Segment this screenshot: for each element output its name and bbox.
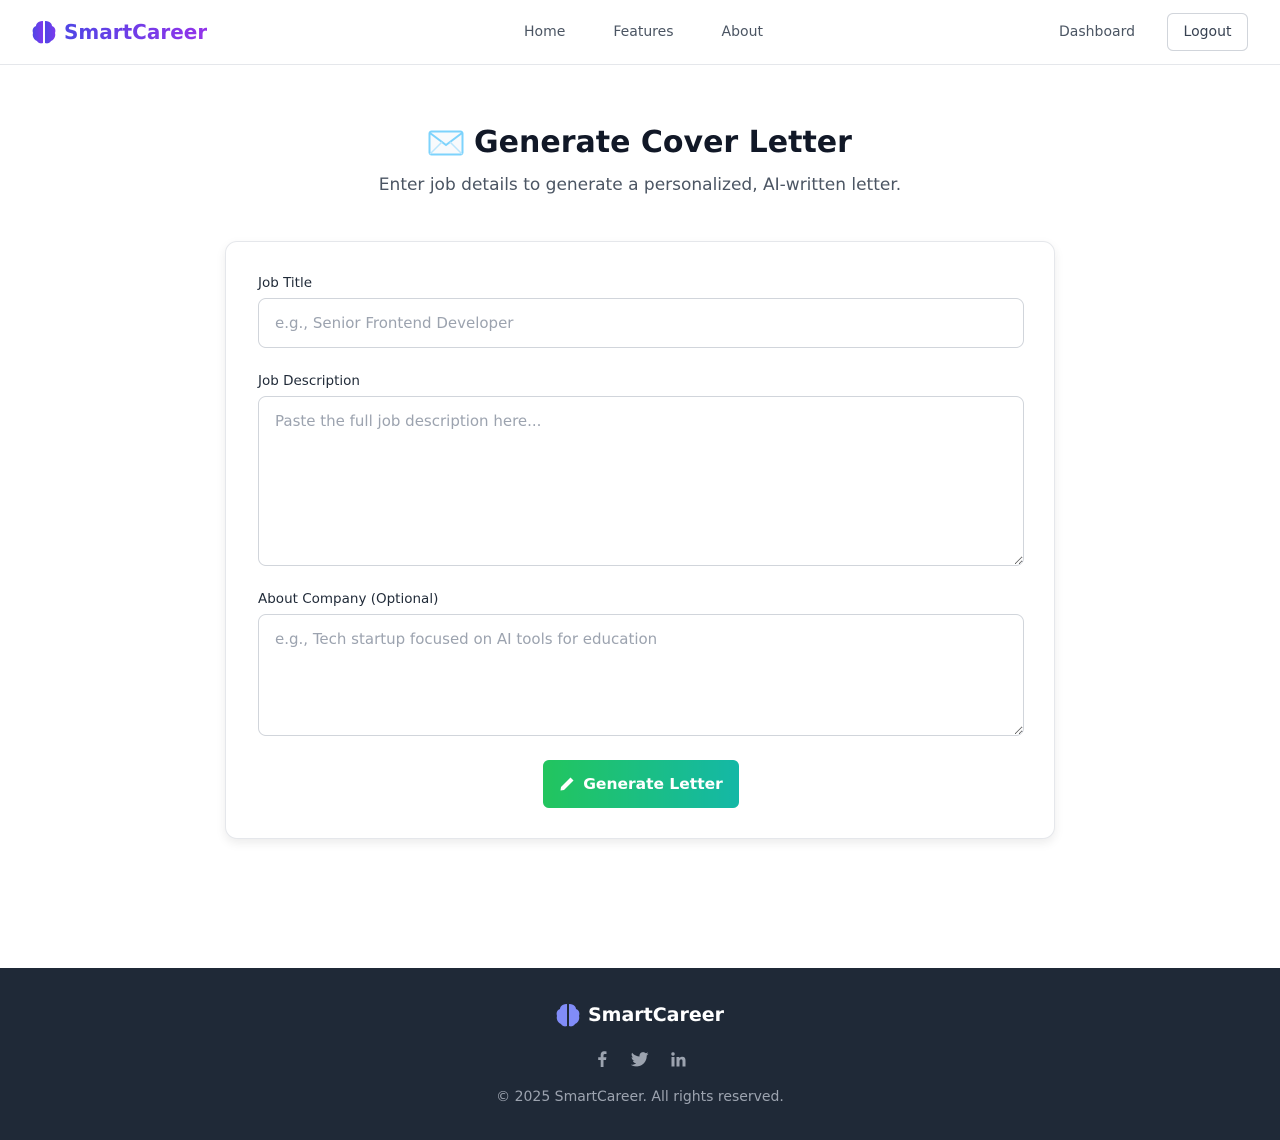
brand-logo[interactable]: SmartCareer xyxy=(32,18,207,46)
generate-letter-label: Generate Letter xyxy=(583,775,723,793)
footer-brand-name: SmartCareer xyxy=(587,1004,725,1026)
brain-icon xyxy=(32,21,56,44)
footer-brand: SmartCareer xyxy=(0,1002,1280,1028)
page-subtitle: Enter job details to generate a personal… xyxy=(378,175,902,195)
generate-letter-button[interactable]: Generate Letter xyxy=(543,760,739,808)
social-links xyxy=(0,1050,1280,1068)
about-company-textarea[interactable] xyxy=(258,614,1024,736)
facebook-icon[interactable] xyxy=(593,1050,611,1068)
page-heading: Generate Cover Letter xyxy=(0,125,1280,160)
page-title: Generate Cover Letter xyxy=(474,125,852,160)
brand-name: SmartCareer xyxy=(64,20,208,44)
brain-icon xyxy=(556,1004,580,1027)
job-title-input[interactable] xyxy=(258,298,1024,348)
copyright-text: © 2025 SmartCareer. All rights reserved. xyxy=(496,1089,784,1105)
envelope-icon xyxy=(428,130,464,155)
twitter-icon[interactable] xyxy=(631,1050,649,1068)
cover-letter-form-card: Job Title Job Description About Company … xyxy=(225,241,1055,839)
footer: SmartCareer © 2025 SmartCareer. All righ… xyxy=(0,968,1280,1140)
job-description-textarea[interactable] xyxy=(258,396,1024,566)
job-title-label: Job Title xyxy=(258,275,313,291)
job-description-label: Job Description xyxy=(258,373,360,389)
nav-home-link[interactable]: Home xyxy=(512,24,577,40)
nav-about-link[interactable]: About xyxy=(710,24,775,40)
main-nav: Home Features About xyxy=(500,0,787,64)
nav-features-link[interactable]: Features xyxy=(601,24,685,40)
navbar: SmartCareer Home Features About Dashboar… xyxy=(0,0,1280,65)
pencil-icon xyxy=(560,777,574,791)
nav-actions: Dashboard Logout xyxy=(1043,13,1248,51)
logout-button[interactable]: Logout xyxy=(1167,13,1248,51)
dashboard-link[interactable]: Dashboard xyxy=(1043,24,1151,40)
linkedin-icon[interactable] xyxy=(669,1050,687,1068)
about-company-label: About Company (Optional) xyxy=(258,591,439,607)
